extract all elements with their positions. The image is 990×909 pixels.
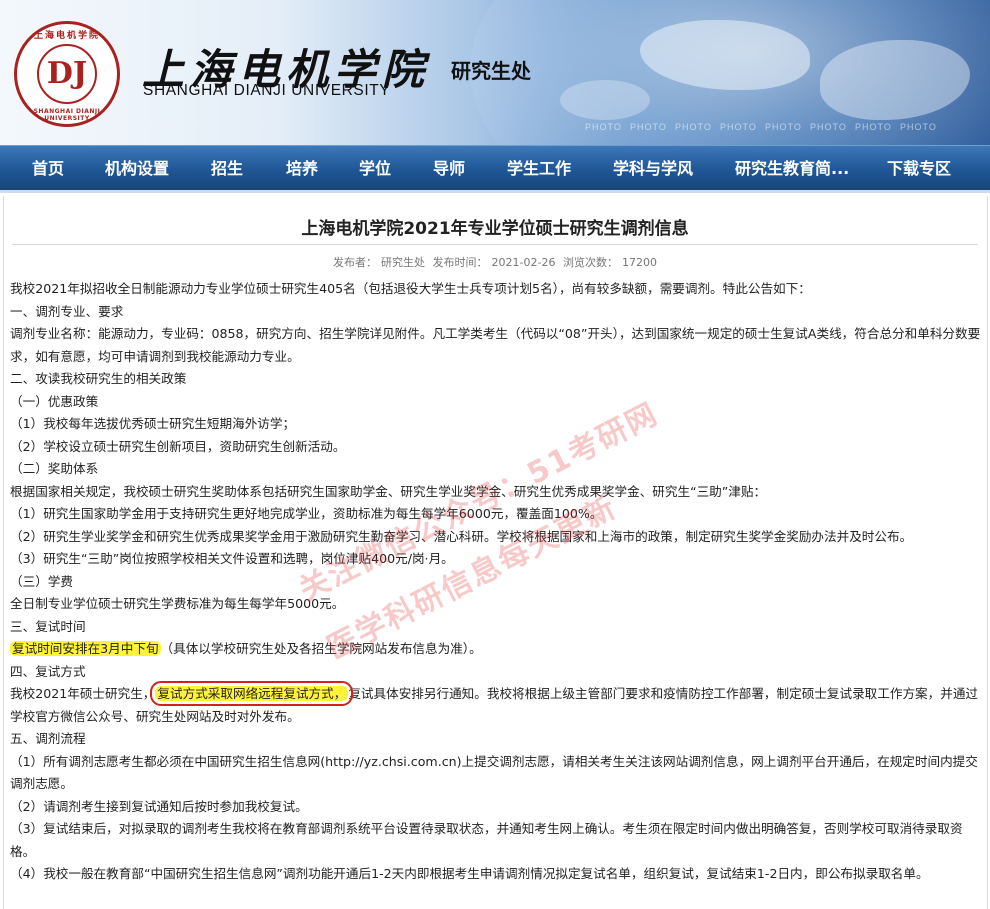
section-heading: 三、复试时间 [10,618,86,634]
paragraph: （1）研究生国家助学金用于支持研究生更好地完成学业，资助标准为每生每学年6000… [10,506,603,521]
section-heading: 一、调剂专业、要求 [10,303,124,319]
paragraph: （3）复试结束后，对拟录取的调剂考生我校将在教育部调剂系统平台设置待录取状态，并… [10,821,963,859]
nav-item-downloads[interactable]: 下载专区 [887,146,951,191]
title-divider [12,244,978,245]
nav-item-supervisors[interactable]: 导师 [433,146,465,191]
photo-label-row: PHOTO PHOTO PHOTO PHOTO PHOTO PHOTO PHOTO PHOTO [585,122,937,132]
university-logo[interactable]: 上海电机学院 DJ SHANGHAI DIANJI UNIVERSITY [14,21,120,127]
department-name: 研究生处 [451,59,531,83]
nav-item-home[interactable]: 首页 [32,146,64,191]
highlighted-text: 复试时间安排在3月中下旬 [10,641,161,656]
paragraph: （4）我校一般在教育部“中国研究生招生信息网”调剂功能开通后1-2天内即根据考生… [10,866,929,881]
header-banner: PHOTO PHOTO PHOTO PHOTO PHOTO PHOTO PHOTO PHOTO… [0,0,990,145]
paragraph: 全日制专业学位硕士研究生学费标准为每生每学年5000元。 [10,596,345,611]
paragraph: 复试时间安排在3月中下旬 （具体以学校研究生处及各招生学院网站发布信息为准）。 [10,641,482,656]
sub-heading: （一）优惠政策 [10,393,99,409]
section-heading: 二、攻读我校研究生的相关政策 [10,371,187,386]
nav-item-training[interactable]: 培养 [286,146,318,191]
paragraph: （2）学校设立硕士研究生创新项目，资助研究生创新活动。 [10,438,346,454]
article-meta: 发布者： 研究生处 发布时间： 2021-02-26 浏览次数： 17200 [333,256,657,269]
paragraph: 根据国家相关规定，我校硕士研究生奖助体系包括研究生国家助学金、研究生学业奖学金、… [10,483,767,499]
paragraph: 调剂专业名称：能源动力，专业码：0858，研究方向、招生学院详见附件。凡工学类考… [10,326,981,364]
nav-item-organization[interactable]: 机构设置 [105,146,169,191]
paragraph: 我校2021年硕士研究生， 复试方式采取网络远程复试方式， 复试具体安排另行通知。我… [10,681,978,724]
paragraph: （3）研究生“三助”岗位按照学校相关文件设置和选聘，岗位津贴400元/岗·月。 [10,551,454,566]
logo-monogram: DJ [46,56,88,91]
paragraph: （1）所有调剂志愿考生都必须在中国研究生招生信息网(http://yz.chsi… [10,753,978,792]
logo-ring-text-top: 上海电机学院 [33,31,100,41]
sub-heading: （二）奖助体系 [10,461,99,476]
sub-heading: （三）学费 [10,573,73,589]
article-title: 上海电机学院2021年专业学位硕士研究生调剂信息 [301,219,689,239]
nav-item-student-affairs[interactable]: 学生工作 [507,146,571,191]
nav-item-disciplines[interactable]: 学科与学风 [613,146,693,191]
logo-ring-text-bottom: SHANGHAI DIANJI UNIVERSITY [33,108,101,122]
boxed-highlighted-text: 复试方式采取网络远程复试方式， [150,681,354,706]
publish-time: 2021-02-26 [491,256,556,269]
section-heading: 五、调剂流程 [10,731,86,746]
paragraph: 我校2021年拟招收全日制能源动力专业学位硕士研究生405名（包括退役大学生士兵… [10,281,811,296]
nav-item-education-intro[interactable]: 研究生教育简... [735,146,849,191]
publisher: 研究生处 [381,256,426,269]
university-name-en: SHANGHAI DIANJI UNIVERSITY [143,82,391,99]
section-heading: 四、复试方式 [10,663,86,679]
nav-item-admissions[interactable]: 招生 [211,146,243,191]
article-body: 我校2021年拟招收全日制能源动力专业学位硕士研究生405名（包括退役大学生士兵… [10,278,985,886]
view-count: 17200 [621,256,657,269]
paragraph: （2）请调剂考生接到复试通知后按时参加我校复试。 [10,798,308,814]
nav-item-degree[interactable]: 学位 [359,146,391,191]
main-nav: 首页 机构设置 招生 培养 学位 导师 学生工作 学科与学风 研究生教育简...… [0,145,990,193]
paragraph: （2）研究生学业奖学金和研究生优秀成果奖学金用于激励研究生勤奋学习、潜心科研。学… [10,528,913,544]
paragraph: （1）我校每年选拔优秀硕士研究生短期海外访学； [10,416,296,431]
